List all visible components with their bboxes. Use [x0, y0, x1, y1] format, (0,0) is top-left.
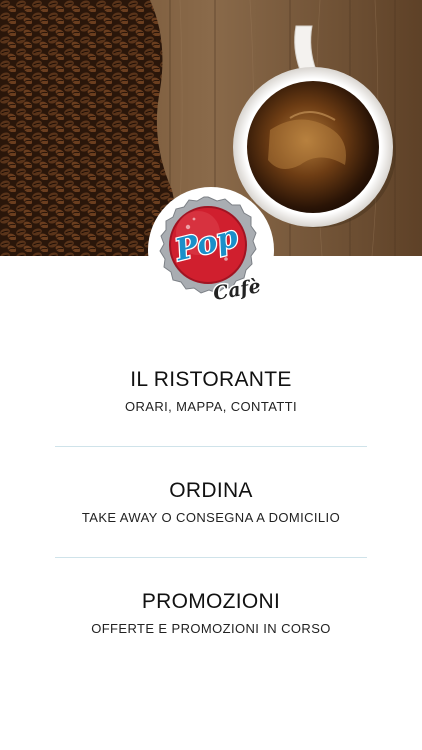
menu-item-title: IL RISTORANTE: [130, 368, 292, 392]
menu-item-subtitle: TAKE AWAY O CONSEGNA A DOMICILIO: [81, 509, 341, 525]
menu-item-title: ORDINA: [169, 479, 253, 503]
main-menu: IL RISTORANTE ORARI, MAPPA, CONTATTI ORD…: [55, 336, 367, 668]
pop-cafe-logo: Pop Cafè: [148, 187, 274, 313]
menu-item-promozioni[interactable]: PROMOZIONI OFFERTE E PROMOZIONI IN CORSO: [55, 558, 367, 668]
menu-item-subtitle: OFFERTE E PROMOZIONI IN CORSO: [91, 620, 331, 636]
menu-item-ristorante[interactable]: IL RISTORANTE ORARI, MAPPA, CONTATTI: [55, 336, 367, 446]
menu-item-subtitle: ORARI, MAPPA, CONTATTI: [124, 398, 298, 414]
menu-item-ordina[interactable]: ORDINA TAKE AWAY O CONSEGNA A DOMICILIO: [55, 447, 367, 557]
menu-item-title: PROMOZIONI: [141, 590, 281, 614]
